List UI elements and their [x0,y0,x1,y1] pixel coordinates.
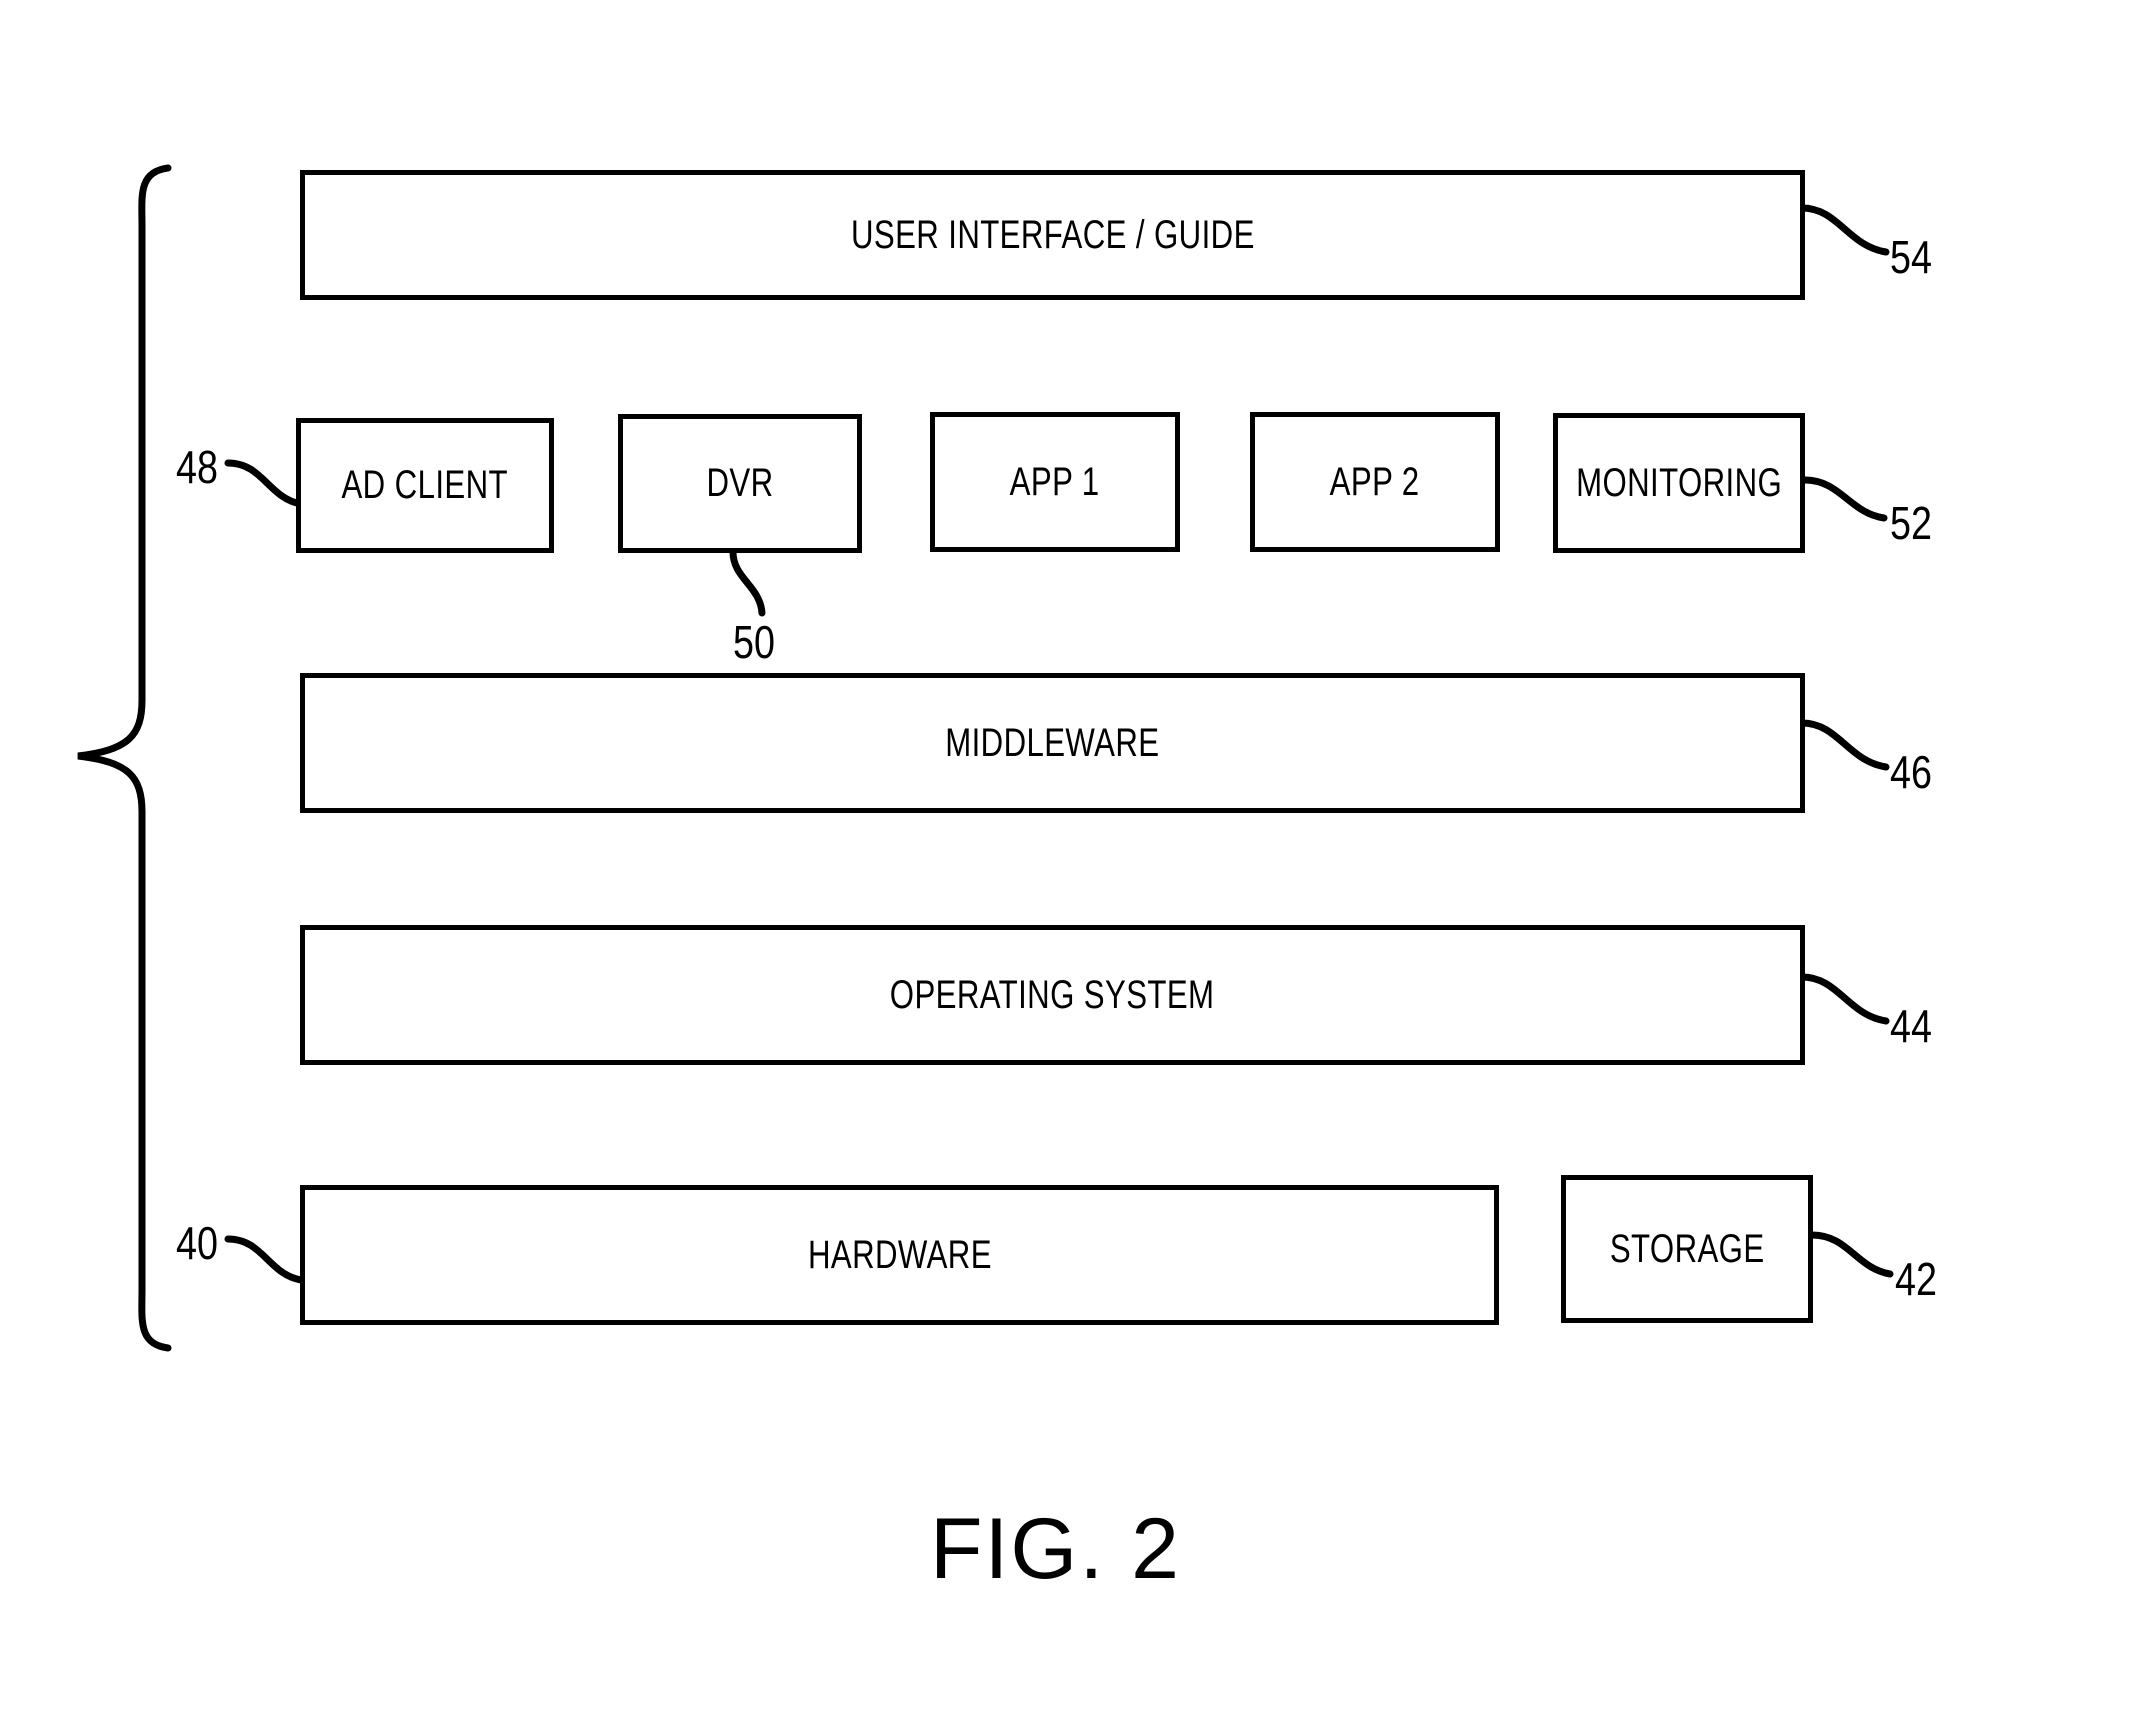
block-app-2[interactable]: APP 2 [1250,412,1500,552]
block-label-app-2: APP 2 [1330,459,1420,504]
leader-line-50 [729,548,766,617]
block-middleware[interactable]: MIDDLEWARE [300,673,1805,813]
block-label-monitoring: MONITORING [1575,460,1783,505]
block-label-dvr: DVR [706,461,774,505]
system-brace [77,164,172,1352]
leader-line-52 [1801,476,1888,522]
leader-line-42 [1808,1231,1894,1278]
reference-numeral-44: 44 [1890,1000,1932,1052]
reference-numeral-40: 40 [176,1217,218,1269]
block-label-middleware: MIDDLEWARE [945,720,1160,765]
figure-canvas: USER INTERFACE / GUIDE AD CLIENT DVR APP… [0,0,2149,1712]
leader-line-54 [1798,204,1890,256]
block-ad-client[interactable]: AD CLIENT [296,418,554,553]
block-label-storage: STORAGE [1609,1226,1765,1271]
leader-line-46 [1798,719,1890,771]
block-label-ad-client: AD CLIENT [341,463,509,507]
block-user-interface-guide[interactable]: USER INTERFACE / GUIDE [300,170,1805,300]
block-label-user-interface-guide: USER INTERFACE / GUIDE [850,212,1255,257]
block-label-hardware: HARDWARE [807,1232,992,1277]
block-dvr[interactable]: DVR [618,414,862,553]
reference-numeral-42: 42 [1895,1253,1937,1305]
block-app-1[interactable]: APP 1 [930,412,1180,552]
leader-line-44 [1798,973,1890,1025]
block-hardware[interactable]: HARDWARE [300,1185,1499,1325]
reference-numeral-48: 48 [176,441,218,493]
reference-numeral-52: 52 [1890,497,1932,549]
reference-numeral-54: 54 [1890,231,1932,283]
block-label-operating-system: OPERATING SYSTEM [890,972,1215,1017]
leader-line-48 [224,459,305,508]
leader-line-40 [224,1235,305,1284]
block-storage[interactable]: STORAGE [1561,1175,1813,1323]
reference-numeral-46: 46 [1890,746,1932,798]
figure-caption: FIG. 2 [930,1501,1181,1597]
block-label-app-1: APP 1 [1010,459,1100,504]
block-monitoring[interactable]: MONITORING [1553,413,1805,553]
block-operating-system[interactable]: OPERATING SYSTEM [300,925,1805,1065]
reference-numeral-50: 50 [733,616,775,668]
